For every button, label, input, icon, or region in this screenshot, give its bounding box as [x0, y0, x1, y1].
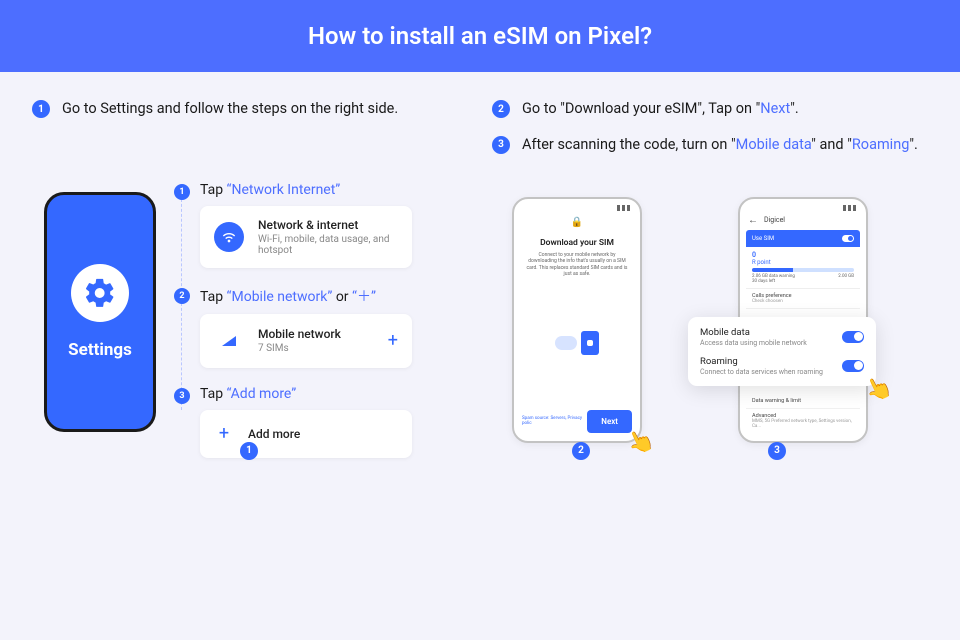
panel-footer-badge: 3 [768, 442, 786, 460]
wifi-icon [214, 222, 244, 252]
step-2-title: Tap “Mobile network” or “＋” [200, 286, 412, 306]
phone-download-col: 🔒 Download your SIM Connect to your mobi… [512, 197, 642, 443]
card-title: Add more [248, 427, 300, 441]
mobile-data-roaming-callout: Mobile dataAccess data using mobile netw… [688, 317, 876, 386]
sim-card-icon [581, 331, 599, 355]
step-badge: 2 [174, 288, 190, 304]
use-sim-toggle-row[interactable]: Use SIM [746, 230, 860, 247]
card-title: Mobile network [258, 327, 341, 341]
panel-footer-badge: 1 [240, 442, 258, 460]
instruction-1-text: Go to Settings and follow the steps on t… [62, 98, 398, 120]
card-title: Network & internet [258, 218, 398, 232]
phone-settings-mock: Settings [44, 192, 156, 432]
data-usage-block: 0 R point 2.06 GB data warning30 days le… [746, 247, 860, 289]
download-illustration [520, 278, 634, 408]
plus-icon: + [214, 423, 234, 444]
download-sim-desc: Connect to your mobile network by downlo… [520, 252, 634, 278]
privacy-links[interactable]: Spam source: Servers, Privacy polic [522, 416, 587, 426]
settings-label: Settings [68, 340, 132, 360]
sim-screen-header: Digicel [746, 213, 860, 230]
intro-instructions: 1 Go to Settings and follow the steps on… [0, 72, 960, 164]
step-1: 1 Tap “Network Internet” Network & inter… [174, 182, 412, 268]
plus-icon[interactable]: + [388, 330, 398, 351]
step-3: 3 Tap “Add more” + Add more [174, 386, 412, 458]
data-progress-bar [752, 268, 854, 272]
step-number-badge: 1 [32, 100, 50, 118]
step-3-title: Tap “Add more” [200, 386, 412, 402]
toggle-on-icon [842, 235, 854, 242]
phone-status-bar [520, 205, 634, 213]
phone-status-bar [746, 205, 860, 213]
next-button[interactable]: Next [587, 410, 632, 433]
instruction-3-text: After scanning the code, turn on "Mobile… [522, 134, 918, 156]
data-warning-row[interactable]: Data warning & limit [746, 394, 860, 409]
roaming-link: Roaming [852, 136, 909, 153]
phone-download-mock: 🔒 Download your SIM Connect to your mobi… [512, 197, 642, 443]
add-more-card[interactable]: + Add more [200, 410, 412, 458]
toggle-on-icon [842, 360, 864, 372]
mobile-network-card[interactable]: Mobile network 7 SIMs + [200, 314, 412, 368]
lock-icon: 🔒 [520, 217, 634, 228]
card-sub: 7 SIMs [258, 343, 341, 354]
panel-settings-steps: Settings 1 Tap “Network Internet” Networ… [24, 164, 432, 474]
step-2: 2 Tap “Mobile network” or “＋” Mobile net… [174, 286, 412, 368]
step-badge: 1 [174, 184, 190, 200]
panel-footer-badge: 2 [572, 442, 590, 460]
next-link: Next [760, 100, 790, 117]
gear-icon [71, 264, 129, 322]
step-number-badge: 2 [492, 100, 510, 118]
toggle-on-icon [842, 331, 864, 343]
step-number-badge: 3 [492, 136, 510, 154]
panel-phone-mocks: 🔒 Download your SIM Connect to your mobi… [444, 164, 936, 474]
cloud-icon [555, 336, 577, 350]
download-sim-title: Download your SIM [520, 238, 634, 248]
instruction-3: 3 After scanning the code, turn on "Mobi… [492, 134, 928, 156]
instruction-1: 1 Go to Settings and follow the steps on… [32, 98, 398, 120]
card-sub: Wi-Fi, mobile, data usage, and hotspot [258, 234, 398, 256]
calls-pref-row[interactable]: Calls preferenceCheck choosen [746, 289, 860, 309]
roaming-toggle-row[interactable]: RoamingConnect to data services when roa… [700, 356, 864, 376]
signal-icon [214, 326, 244, 356]
settings-steps-list: 1 Tap “Network Internet” Network & inter… [174, 182, 412, 458]
step-1-title: Tap “Network Internet” [200, 182, 412, 198]
phone-sim-col: Digicel Use SIM 0 R point 2.06 GB data w… [738, 197, 868, 443]
network-internet-card[interactable]: Network & internet Wi-Fi, mobile, data u… [200, 206, 412, 268]
advanced-row[interactable]: AdvancedMMS, 5G Preferred network type, … [746, 409, 860, 433]
mobile-data-link: Mobile data [736, 136, 812, 153]
step-badge: 3 [174, 388, 190, 404]
instruction-2-text: Go to "Download your eSIM", Tap on "Next… [522, 98, 799, 120]
instruction-2: 2 Go to "Download your eSIM", Tap on "Ne… [492, 98, 928, 120]
mobile-data-toggle-row[interactable]: Mobile dataAccess data using mobile netw… [700, 327, 864, 347]
page-title: How to install an eSIM on Pixel? [0, 0, 960, 72]
